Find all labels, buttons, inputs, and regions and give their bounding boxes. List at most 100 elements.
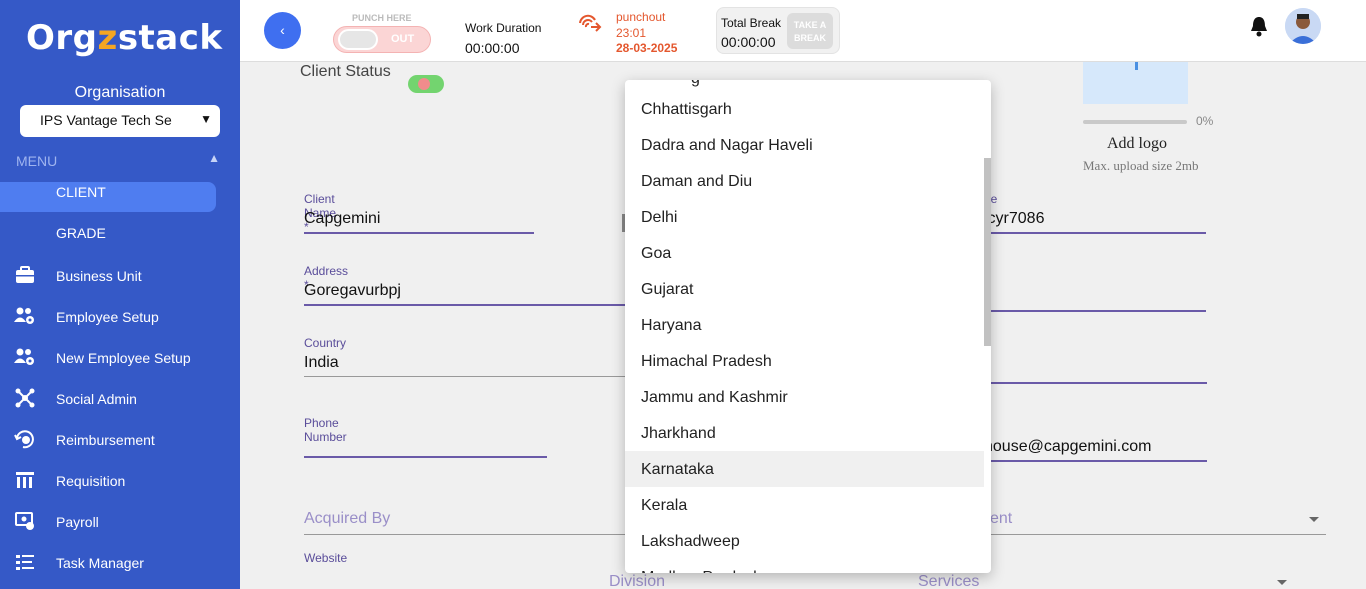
- client-code-underline: [984, 232, 1206, 234]
- take-a-break-button[interactable]: TAKE A BREAK: [787, 13, 833, 49]
- state-option-karnataka[interactable]: Karnataka: [625, 451, 984, 487]
- sidebar-item-reimbursement[interactable]: Reimbursement: [0, 425, 240, 455]
- state-option-himachal-pradesh[interactable]: Himachal Pradesh: [625, 343, 984, 379]
- sidebar-item-label: Payroll: [56, 514, 99, 530]
- sidebar-item-label: Reimbursement: [56, 432, 155, 448]
- client-name-underline: [304, 232, 534, 234]
- organisation-select[interactable]: IPS Vantage Tech Se ▼: [20, 105, 220, 137]
- sidebar-item-requisition[interactable]: Requisition: [0, 466, 240, 496]
- state-option-gujarat[interactable]: Gujarat: [625, 271, 984, 307]
- take-break-line2: BREAK: [793, 33, 826, 43]
- address-value: Goregavurbpj: [304, 282, 401, 299]
- sidebar-item-task-manager[interactable]: Task Manager: [0, 548, 240, 578]
- state-option-haryana[interactable]: Haryana: [625, 307, 984, 343]
- upload-arrow-icon: [1135, 62, 1138, 70]
- right-field-underline: [990, 310, 1206, 312]
- sidebar-item-employee-setup[interactable]: Employee Setup: [0, 302, 240, 332]
- avatar[interactable]: [1285, 8, 1321, 44]
- state-option-daman-and-diu[interactable]: Daman and Diu: [625, 163, 984, 199]
- upload-progress-bar: [1083, 120, 1187, 124]
- chevron-down-icon: [1277, 580, 1287, 585]
- state-option-lakshadweep[interactable]: Lakshadweep: [625, 523, 984, 559]
- punch-here-label: PUNCH HERE: [352, 13, 412, 23]
- work-duration-value: 00:00:00: [465, 40, 520, 56]
- state-option-goa[interactable]: Goa: [625, 235, 984, 271]
- chevron-up-icon: ▲: [208, 151, 220, 165]
- state-option-madhya-pradesh[interactable]: Madhya Pradesh: [625, 559, 984, 573]
- task-list-icon: [16, 555, 34, 570]
- fingerprint-icon: [579, 14, 602, 32]
- payroll-icon: [15, 512, 34, 530]
- client-name-value: Capgemini: [304, 210, 381, 227]
- state-option-kerala[interactable]: Kerala: [625, 487, 984, 523]
- right-select-placeholder[interactable]: ent: [990, 510, 1012, 528]
- client-status-toggle[interactable]: [408, 75, 444, 93]
- break-panel: Total Break 00:00:00 TAKE A BREAK: [716, 7, 840, 54]
- collapse-sidebar-button[interactable]: ‹: [264, 12, 301, 49]
- email-underline: [984, 460, 1207, 462]
- country-label: Country: [304, 336, 347, 350]
- state-option-jammu-and-kashmir[interactable]: Jammu and Kashmir: [625, 379, 984, 415]
- toggle-knob: [418, 78, 430, 90]
- sidebar-item-payroll[interactable]: Payroll: [0, 507, 240, 537]
- network-icon: [15, 388, 35, 408]
- upload-progress-value: 0%: [1196, 114, 1214, 128]
- phone-number-underline: [304, 456, 547, 458]
- email-value: house@capgemini.com: [984, 438, 1152, 455]
- sidebar-item-business-unit[interactable]: Business Unit: [0, 261, 240, 291]
- punch-out-label: OUT: [391, 33, 415, 45]
- menu-header[interactable]: MENU ▲: [16, 151, 226, 169]
- division-placeholder[interactable]: Division: [609, 573, 665, 589]
- add-logo-label[interactable]: Add logo: [1107, 135, 1167, 153]
- dropdown-partial-top-item: g: [691, 80, 700, 88]
- organisation-select-value: IPS Vantage Tech Se: [40, 112, 172, 128]
- bell-icon[interactable]: [1250, 15, 1268, 37]
- sidebar-item-label: Requisition: [56, 473, 126, 489]
- country-value: India: [304, 354, 339, 371]
- punchout-label: punchout: [616, 10, 666, 24]
- client-code-value: lcyr7086: [984, 210, 1045, 227]
- total-break-value: 00:00:00: [721, 34, 776, 50]
- state-option-chhattisgarh[interactable]: Chhattisgarh: [625, 91, 984, 127]
- top-bar: ‹ PUNCH HERE OUT Work Duration 00:00:00 …: [240, 0, 1366, 62]
- sidebar-item-label: Business Unit: [56, 268, 142, 284]
- punchout-date: 28-03-2025: [616, 41, 678, 55]
- state-option-jharkhand[interactable]: Jharkhand: [625, 415, 984, 451]
- sidebar-item-grade[interactable]: GRADE: [0, 222, 240, 252]
- sidebar-item-client[interactable]: CLIENT: [0, 182, 216, 212]
- state-dropdown-menu[interactable]: g Chhattisgarh Dadra and Nagar Haveli Da…: [625, 80, 991, 573]
- sidebar-item-new-employee-setup[interactable]: New Employee Setup: [0, 343, 240, 373]
- sidebar: Orgzstack Organisation IPS Vantage Tech …: [0, 0, 240, 589]
- app-logo: Orgzstack: [26, 18, 223, 58]
- state-option-dadra-and-nagar-haveli[interactable]: Dadra and Nagar Haveli: [625, 127, 984, 163]
- users-gear-icon: [14, 348, 34, 365]
- take-break-line1: TAKE A: [793, 20, 827, 30]
- menu-label: MENU: [16, 153, 58, 169]
- sidebar-item-label: Task Manager: [56, 555, 144, 571]
- acquired-by-underline: [304, 534, 644, 535]
- briefcase-icon: [16, 266, 34, 283]
- country-underline: [304, 376, 634, 377]
- user-avatar-icon: [1285, 8, 1321, 44]
- address-underline: [304, 304, 634, 306]
- phone-number-label: Phone Number: [304, 416, 347, 444]
- total-break-label: Total Break: [721, 16, 782, 30]
- state-field-underline: [990, 382, 1207, 384]
- punchout-time: 23:01: [616, 26, 647, 40]
- state-option-delhi[interactable]: Delhi: [625, 199, 984, 235]
- chevron-down-icon: ▼: [200, 112, 212, 126]
- acquired-by-placeholder[interactable]: Acquired By: [304, 510, 390, 528]
- sidebar-item-label: Employee Setup: [56, 309, 159, 325]
- punch-toggle[interactable]: OUT: [333, 26, 431, 53]
- users-gear-icon: [14, 307, 34, 324]
- logo-upload-area[interactable]: [1083, 62, 1188, 104]
- upload-size-hint: Max. upload size 2mb: [1083, 158, 1199, 173]
- punch-toggle-knob: [338, 29, 378, 50]
- sidebar-item-social-admin[interactable]: Social Admin: [0, 384, 240, 414]
- client-status-label: Client Status: [300, 63, 391, 80]
- services-placeholder[interactable]: Services: [918, 573, 979, 589]
- right-select-underline: [990, 534, 1326, 535]
- people-chart-icon: [16, 472, 34, 488]
- dropdown-scrollbar[interactable]: [984, 158, 991, 346]
- money-refund-icon: [14, 430, 34, 449]
